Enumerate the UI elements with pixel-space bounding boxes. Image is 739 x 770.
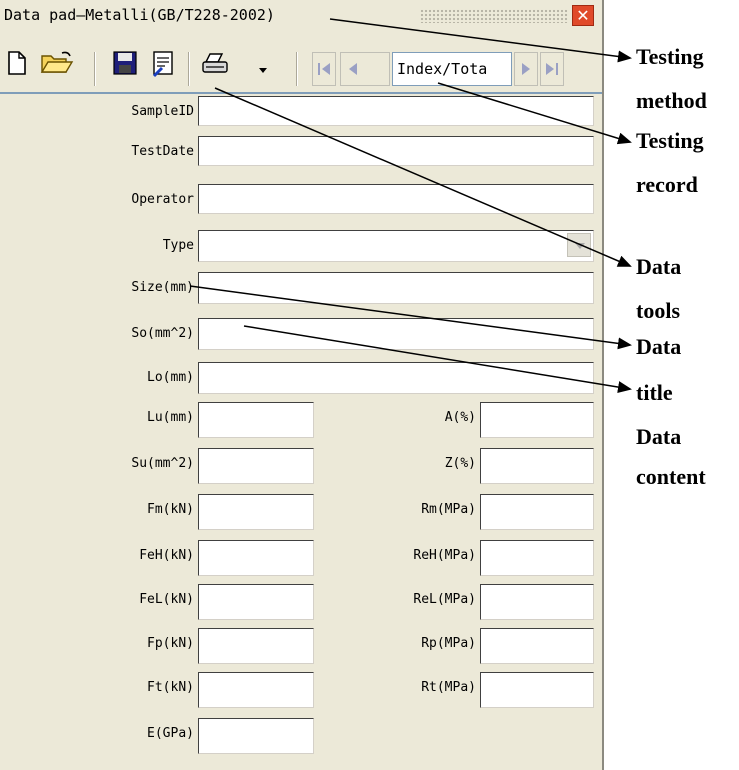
rel-field[interactable] [480,584,594,620]
annotation-testing-record-1: Testing [636,128,704,153]
feh-label: FeH(kN) [139,548,194,563]
sample-id-label: SampleID [131,104,194,119]
data-tools-icon[interactable] [150,50,176,82]
chevron-down-icon[interactable] [567,233,591,257]
z-label: Z(%) [444,456,476,471]
ft-label: Ft(kN) [147,680,194,695]
toolbar-separator [188,52,190,86]
rel-label: ReL(MPa) [413,592,476,607]
type-select[interactable] [198,230,594,262]
rt-label: Rt(MPa) [421,680,476,695]
toolbar-separator [296,52,298,86]
fp-field[interactable] [198,628,314,664]
e-label: E(GPa) [147,726,194,741]
dropdown-arrow-icon[interactable] [258,60,268,79]
next-record-icon[interactable] [514,52,538,86]
rt-field[interactable] [480,672,594,708]
record-indicator: Index/Tota [392,52,512,86]
window-title: Data pad—Metalli(GB/T228-2002) [4,6,275,24]
lo-field[interactable] [198,362,594,394]
last-record-icon[interactable] [540,52,564,86]
lo-label: Lo(mm) [147,370,194,385]
a-label: A(%) [444,410,476,425]
e-field[interactable] [198,718,314,754]
size-field[interactable] [198,272,594,304]
annotation-testing-method-2: method [636,88,707,113]
title-bar[interactable]: Data pad—Metalli(GB/T228-2002) ✕ [0,0,602,30]
lu-label: Lu(mm) [147,410,194,425]
toolbar-divider [0,92,602,94]
data-pad-window: Data pad—Metalli(GB/T228-2002) ✕ Index/T… [0,0,604,770]
annotation-testing-method-1: Testing [636,44,704,69]
previous-record-icon[interactable] [340,52,390,86]
z-field[interactable] [480,448,594,484]
su-label: Su(mm^2) [131,456,194,471]
test-date-field[interactable] [198,136,594,166]
annotation-data-content-1: Data [636,424,682,449]
fel-field[interactable] [198,584,314,620]
annotation-data-tools-2: tools [636,298,680,323]
operator-label: Operator [131,192,194,207]
fm-label: Fm(kN) [147,502,194,517]
annotation-testing-record-2: record [636,172,698,197]
toolbar: Index/Tota [0,34,602,90]
fp-label: Fp(kN) [147,636,194,651]
rp-label: Rp(MPa) [421,636,476,651]
size-label: Size(mm) [131,280,194,295]
annotation-data-tools-1: Data [636,254,682,279]
rp-field[interactable] [480,628,594,664]
lu-field[interactable] [198,402,314,438]
test-date-label: TestDate [131,144,194,159]
print-icon[interactable] [200,50,234,80]
first-record-icon[interactable] [312,52,336,86]
rm-field[interactable] [480,494,594,530]
new-document-icon[interactable] [6,50,28,80]
operator-field[interactable] [198,184,594,214]
feh-field[interactable] [198,540,314,576]
ft-field[interactable] [198,672,314,708]
close-icon[interactable]: ✕ [572,5,594,26]
annotation-data-content-2: content [636,464,706,489]
save-icon[interactable] [112,50,138,80]
so-field[interactable] [198,318,594,350]
rm-label: Rm(MPa) [421,502,476,517]
annotation-data-title-2: title [636,380,673,405]
fel-label: FeL(kN) [139,592,194,607]
annotation-data-title-1: Data [636,334,682,359]
reh-label: ReH(MPa) [413,548,476,563]
fm-field[interactable] [198,494,314,530]
sample-id-field[interactable] [198,96,594,126]
so-label: So(mm^2) [131,326,194,341]
su-field[interactable] [198,448,314,484]
toolbar-separator [94,52,96,86]
title-bar-grip [420,9,568,23]
open-folder-icon[interactable] [40,50,74,80]
reh-field[interactable] [480,540,594,576]
type-label: Type [162,238,194,253]
a-field[interactable] [480,402,594,438]
